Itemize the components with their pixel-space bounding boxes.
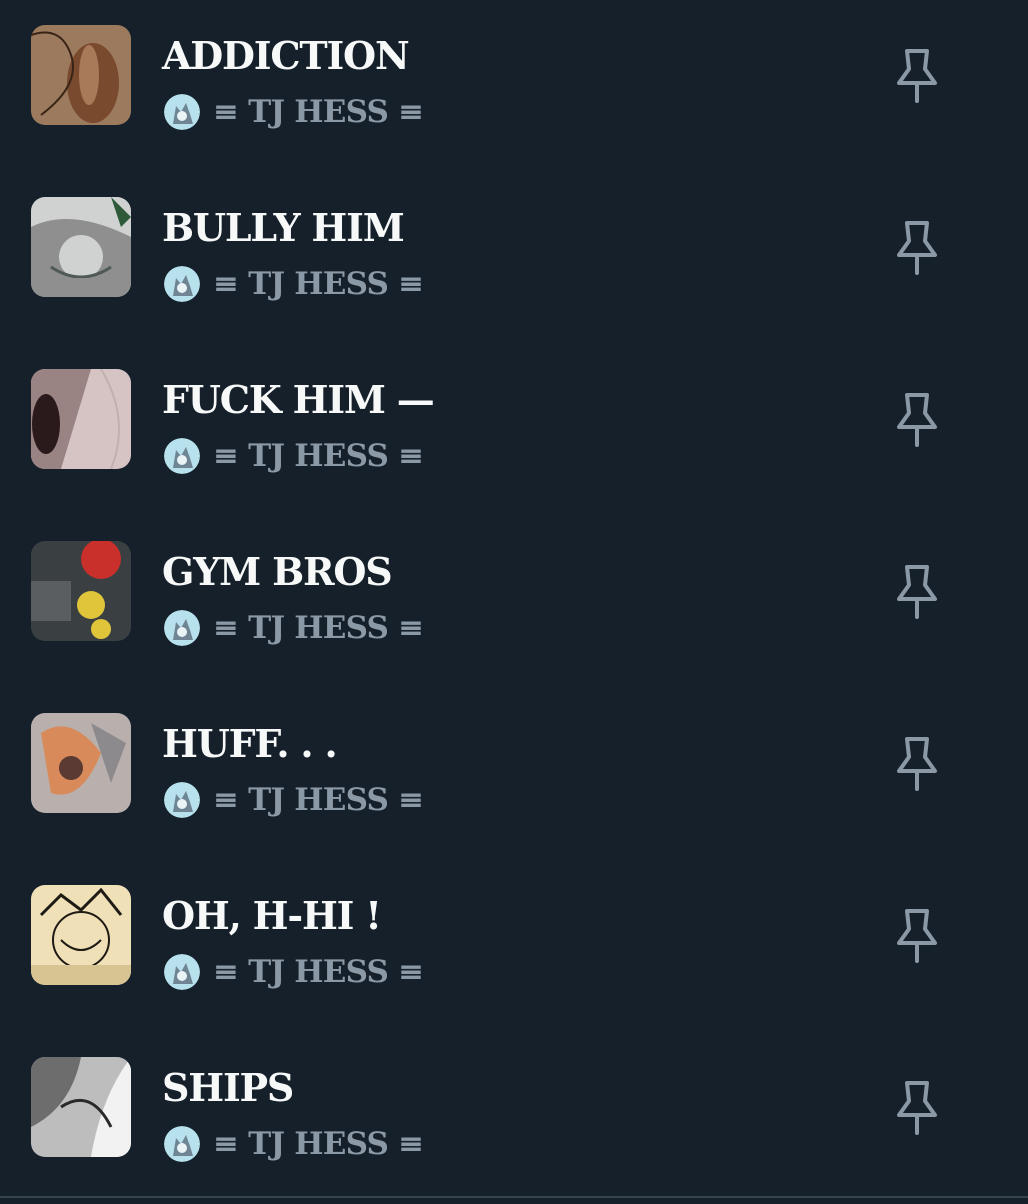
pin-button[interactable] — [888, 44, 946, 108]
bottom-divider — [0, 1196, 1028, 1198]
list-banner-image — [31, 25, 131, 125]
pin-icon — [894, 47, 940, 105]
pin-button[interactable] — [888, 388, 946, 452]
pin-button[interactable] — [888, 732, 946, 796]
owner-avatar — [164, 438, 200, 474]
list-banner-image — [31, 541, 131, 641]
owner-name: ≡ TJ HESS ≡ — [213, 782, 424, 818]
list-title[interactable]: SHIPS — [162, 1064, 294, 1112]
pin-icon — [894, 735, 940, 793]
list-item[interactable]: SHIPS ≡ TJ HESS ≡ — [0, 1032, 1028, 1204]
list-title[interactable]: HUFF. . . — [162, 720, 338, 768]
list-title[interactable]: BULLY HIM — [162, 204, 405, 252]
owner-avatar — [164, 610, 200, 646]
owner-avatar — [164, 94, 200, 130]
list-banner-image — [31, 369, 131, 469]
list-owner: ≡ TJ HESS ≡ — [164, 608, 424, 648]
pin-icon — [894, 219, 940, 277]
list-owner: ≡ TJ HESS ≡ — [164, 780, 424, 820]
pin-icon — [894, 391, 940, 449]
owner-name: ≡ TJ HESS ≡ — [213, 954, 424, 990]
list-title[interactable]: GYM BROS — [162, 548, 393, 596]
owner-avatar — [164, 954, 200, 990]
list-banner-image — [31, 197, 131, 297]
list-owner: ≡ TJ HESS ≡ — [164, 1124, 424, 1164]
lists-list: ADDICTION ≡ TJ HESS ≡ BULLY HIM ≡ TJ HESS ≡… — [0, 0, 1028, 1200]
list-owner: ≡ TJ HESS ≡ — [164, 264, 424, 304]
owner-avatar — [164, 1126, 200, 1162]
list-owner: ≡ TJ HESS ≡ — [164, 436, 424, 476]
owner-avatar — [164, 266, 200, 302]
list-item[interactable]: ADDICTION ≡ TJ HESS ≡ — [0, 0, 1028, 172]
list-item[interactable]: OH, H-HI ! ≡ TJ HESS ≡ — [0, 860, 1028, 1032]
list-item[interactable]: HUFF. . . ≡ TJ HESS ≡ — [0, 688, 1028, 860]
owner-name: ≡ TJ HESS ≡ — [213, 610, 424, 646]
owner-name: ≡ TJ HESS ≡ — [213, 266, 424, 302]
list-owner: ≡ TJ HESS ≡ — [164, 92, 424, 132]
list-banner-image — [31, 1057, 131, 1157]
pin-button[interactable] — [888, 216, 946, 280]
pin-button[interactable] — [888, 560, 946, 624]
owner-name: ≡ TJ HESS ≡ — [213, 94, 424, 130]
pin-icon — [894, 907, 940, 965]
pin-icon — [894, 1079, 940, 1137]
list-title[interactable]: OH, H-HI ! — [162, 892, 382, 940]
list-title[interactable]: ADDICTION — [162, 32, 410, 80]
owner-name: ≡ TJ HESS ≡ — [213, 438, 424, 474]
list-owner: ≡ TJ HESS ≡ — [164, 952, 424, 992]
owner-name: ≡ TJ HESS ≡ — [213, 1126, 424, 1162]
list-banner-image — [31, 885, 131, 985]
list-banner-image — [31, 713, 131, 813]
pin-button[interactable] — [888, 904, 946, 968]
pin-button[interactable] — [888, 1076, 946, 1140]
list-title[interactable]: FUCK HIM — — [162, 376, 435, 424]
list-item[interactable]: FUCK HIM — ≡ TJ HESS ≡ — [0, 344, 1028, 516]
list-item[interactable]: GYM BROS ≡ TJ HESS ≡ — [0, 516, 1028, 688]
list-item[interactable]: BULLY HIM ≡ TJ HESS ≡ — [0, 172, 1028, 344]
pin-icon — [894, 563, 940, 621]
owner-avatar — [164, 782, 200, 818]
